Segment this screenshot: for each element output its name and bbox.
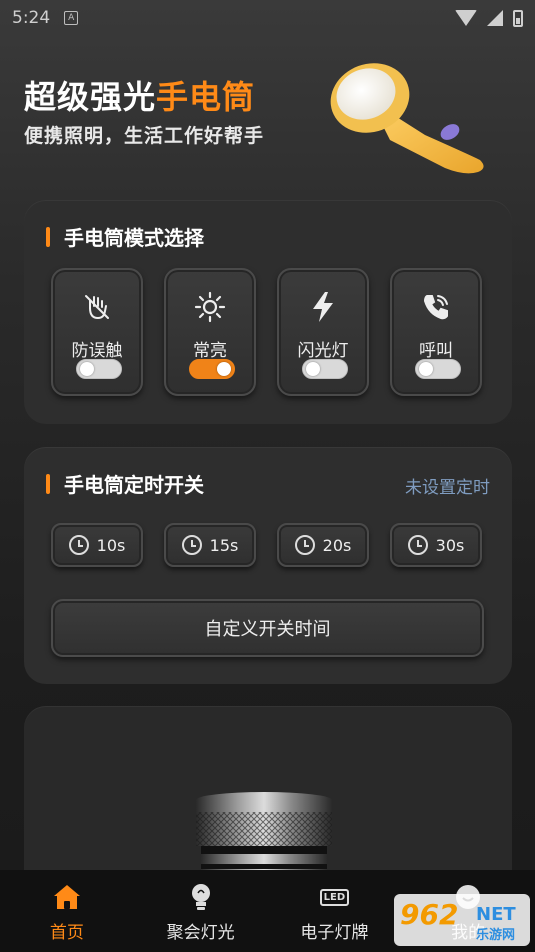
watermark-sub: 乐游网 xyxy=(476,928,516,943)
timer-label: 10s xyxy=(96,535,126,555)
toggle-knob xyxy=(419,362,433,376)
mode-strobe-button[interactable]: 闪光灯 xyxy=(277,268,369,396)
timer-20s-button[interactable]: 20s xyxy=(277,523,369,567)
mode-steady-button[interactable]: 常亮 xyxy=(164,268,256,396)
mode-toggle[interactable] xyxy=(189,359,235,379)
clock-icon xyxy=(407,535,428,555)
mode-anti-touch-button[interactable]: 防误触 xyxy=(51,268,143,396)
mode-toggle[interactable] xyxy=(415,359,461,379)
timer-10s-button[interactable]: 10s xyxy=(51,523,143,567)
nav-item-led-sign[interactable]: LED 电子灯牌 xyxy=(268,870,402,952)
mode-toggle[interactable] xyxy=(76,359,122,379)
mode-section-title-text: 手电筒模式选择 xyxy=(64,226,204,250)
home-icon xyxy=(52,882,82,912)
watermark-net: NET xyxy=(476,904,516,925)
page-subtitle: 便携照明，生活工作好帮手 xyxy=(24,125,265,147)
led-icon: LED xyxy=(319,882,350,912)
timer-section-title: 手电筒定时开关 xyxy=(46,469,204,498)
status-bar: 5:24 A xyxy=(0,0,535,36)
mode-label: 闪光灯 xyxy=(297,341,349,361)
timer-label: 20s xyxy=(322,535,352,555)
mode-grid: 防误触 常亮 闪光灯 呼叫 xyxy=(51,268,482,396)
mode-section-title: 手电筒模式选择 xyxy=(46,222,204,251)
custom-timer-button[interactable]: 自定义开关时间 xyxy=(51,599,484,657)
watermark-main: 962 xyxy=(400,898,459,931)
status-time: 5:24 xyxy=(12,8,51,28)
section-accent-bar xyxy=(46,226,50,247)
timer-options: 10s 15s 20s 30s xyxy=(51,523,482,567)
section-accent-bar xyxy=(46,473,50,494)
wifi-icon xyxy=(455,10,477,26)
signal-icon xyxy=(487,10,503,26)
hand-block-icon xyxy=(80,290,114,324)
clock-icon xyxy=(181,535,202,555)
mode-selection-card: 手电筒模式选择 防误触 常亮 闪光灯 呼叫 xyxy=(24,200,512,424)
mode-toggle[interactable] xyxy=(302,359,348,379)
title-white: 超级强光 xyxy=(24,78,157,116)
toggle-knob xyxy=(306,362,320,376)
mode-label: 防误触 xyxy=(71,341,123,361)
notification-icon: A xyxy=(64,11,79,25)
timer-label: 30s xyxy=(435,535,465,555)
timer-30s-button[interactable]: 30s xyxy=(390,523,482,567)
status-icons xyxy=(455,9,523,27)
nav-item-home[interactable]: 首页 xyxy=(0,870,134,952)
mode-label: 常亮 xyxy=(193,341,227,361)
nav-label: 电子灯牌 xyxy=(300,923,369,943)
clock-icon xyxy=(294,535,315,555)
timer-card: 手电筒定时开关 未设置定时 10s 15s 20s 30s 自定义开关时间 xyxy=(24,447,512,684)
phone-call-icon xyxy=(419,290,453,324)
lightning-icon xyxy=(306,290,340,324)
nav-label: 首页 xyxy=(49,923,84,943)
nav-item-party-light[interactable]: 聚会灯光 xyxy=(134,870,268,952)
sun-icon xyxy=(193,290,227,324)
mode-call-button[interactable]: 呼叫 xyxy=(390,268,482,396)
clock-icon xyxy=(68,535,89,555)
nav-label: 聚会灯光 xyxy=(166,923,235,943)
led-icon-text: LED xyxy=(319,888,350,906)
flashlight-illustration-icon xyxy=(330,63,484,174)
timer-label: 15s xyxy=(209,535,239,555)
toggle-knob xyxy=(217,362,231,376)
timer-section-title-text: 手电筒定时开关 xyxy=(64,473,204,497)
title-accent: 手电筒 xyxy=(156,78,256,116)
page-title: 超级强光手电筒 xyxy=(24,72,255,118)
battery-icon xyxy=(513,9,523,27)
mode-label: 呼叫 xyxy=(419,341,453,361)
bulb-icon xyxy=(186,882,216,912)
timer-15s-button[interactable]: 15s xyxy=(164,523,256,567)
toggle-knob xyxy=(80,362,94,376)
watermark-logo: 962 NET 乐游网 xyxy=(394,894,530,946)
timer-status: 未设置定时 xyxy=(405,478,490,498)
